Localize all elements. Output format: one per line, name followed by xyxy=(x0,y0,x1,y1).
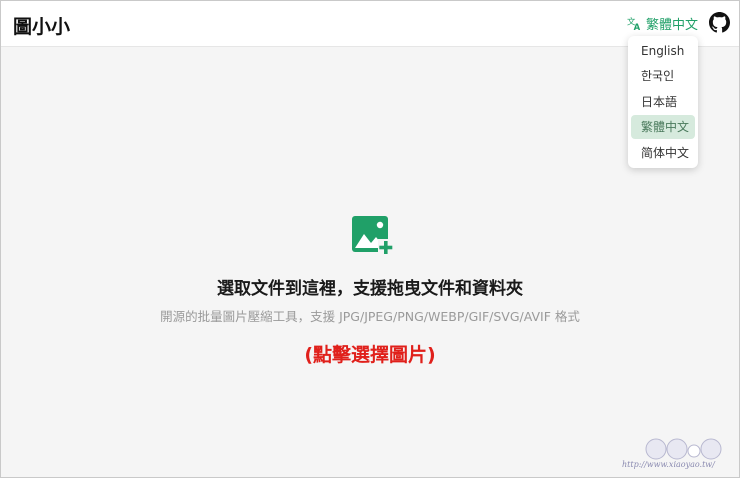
language-switcher-button[interactable]: 文 A 繁體中文 xyxy=(627,13,698,33)
select-images-link[interactable]: (點擊選擇圖片) xyxy=(0,340,740,367)
dropzone-title: 選取文件到這裡，支援拖曳文件和資料夾 xyxy=(217,279,523,299)
language-dropdown-menu: English 한국인 日本語 繁體中文 简体中文 xyxy=(628,36,698,168)
svg-text:A: A xyxy=(634,22,641,31)
language-option-english[interactable]: English xyxy=(631,39,695,63)
language-current-label: 繁體中文 xyxy=(646,17,699,33)
language-option-japanese[interactable]: 日本語 xyxy=(631,90,695,114)
app-logo-title[interactable]: 圖小小 xyxy=(13,12,70,39)
language-option-korean[interactable]: 한국인 xyxy=(631,64,695,88)
watermark-logo: http://www.xiaoyao.tw/ xyxy=(620,436,736,474)
translate-icon: 文 A xyxy=(627,16,642,31)
language-option-traditional-chinese[interactable]: 繁體中文 xyxy=(631,115,695,139)
image-add-icon[interactable] xyxy=(351,215,393,255)
watermark-url: http://www.xiaoyao.tw/ xyxy=(622,460,715,469)
github-icon[interactable] xyxy=(709,12,730,33)
dropzone-subtitle: 開源的批量圖片壓縮工具，支援 JPG/JPEG/PNG/WEBP/GIF/SVG… xyxy=(160,309,580,324)
language-option-simplified-chinese[interactable]: 简体中文 xyxy=(631,141,695,165)
